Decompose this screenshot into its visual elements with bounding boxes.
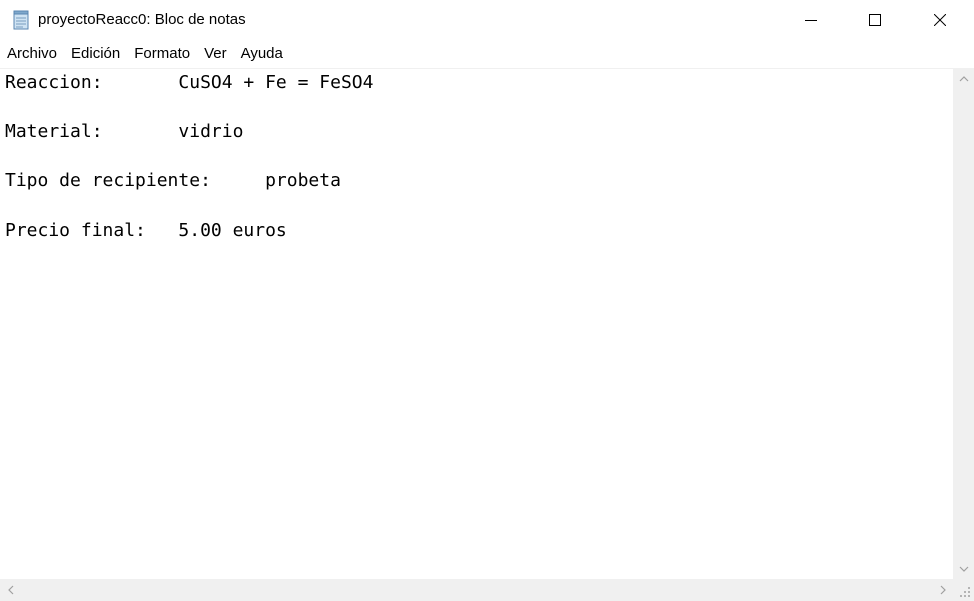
text-editor[interactable]: Reaccion: CuSO4 + Fe = FeSO4 Material: v… bbox=[0, 68, 953, 579]
chevron-down-icon bbox=[959, 566, 968, 572]
chevron-right-icon bbox=[940, 585, 946, 595]
close-icon bbox=[934, 14, 946, 26]
document-content[interactable]: Reaccion: CuSO4 + Fe = FeSO4 Material: v… bbox=[0, 69, 953, 243]
minimize-icon bbox=[805, 20, 817, 21]
size-grip-icon bbox=[960, 587, 970, 597]
notepad-window: proyectoReacc0: Bloc de notas Archivo Ed… bbox=[0, 0, 974, 601]
vertical-scrollbar[interactable] bbox=[953, 68, 974, 579]
scroll-down-button[interactable] bbox=[953, 558, 974, 579]
maximize-icon bbox=[869, 14, 881, 26]
window-title: proyectoReacc0: Bloc de notas bbox=[38, 11, 246, 28]
notepad-icon[interactable] bbox=[11, 10, 31, 30]
scroll-left-button[interactable] bbox=[0, 579, 21, 601]
menu-formato[interactable]: Formato bbox=[127, 40, 197, 68]
maximize-button[interactable] bbox=[852, 0, 898, 40]
horizontal-scrollbar[interactable] bbox=[0, 579, 953, 601]
scroll-up-button[interactable] bbox=[953, 68, 974, 89]
minimize-button[interactable] bbox=[788, 0, 834, 40]
close-button[interactable] bbox=[917, 0, 963, 40]
title-bar[interactable]: proyectoReacc0: Bloc de notas bbox=[0, 0, 974, 40]
menu-bar: Archivo Edición Formato Ver Ayuda bbox=[0, 40, 974, 68]
menu-edicion[interactable]: Edición bbox=[64, 40, 127, 68]
menu-ayuda[interactable]: Ayuda bbox=[234, 40, 290, 68]
scroll-right-button[interactable] bbox=[932, 579, 953, 601]
size-grip[interactable] bbox=[953, 579, 974, 601]
chevron-up-icon bbox=[959, 75, 968, 81]
chevron-left-icon bbox=[7, 585, 13, 595]
menu-ver[interactable]: Ver bbox=[197, 40, 234, 68]
menu-archivo[interactable]: Archivo bbox=[0, 40, 64, 68]
